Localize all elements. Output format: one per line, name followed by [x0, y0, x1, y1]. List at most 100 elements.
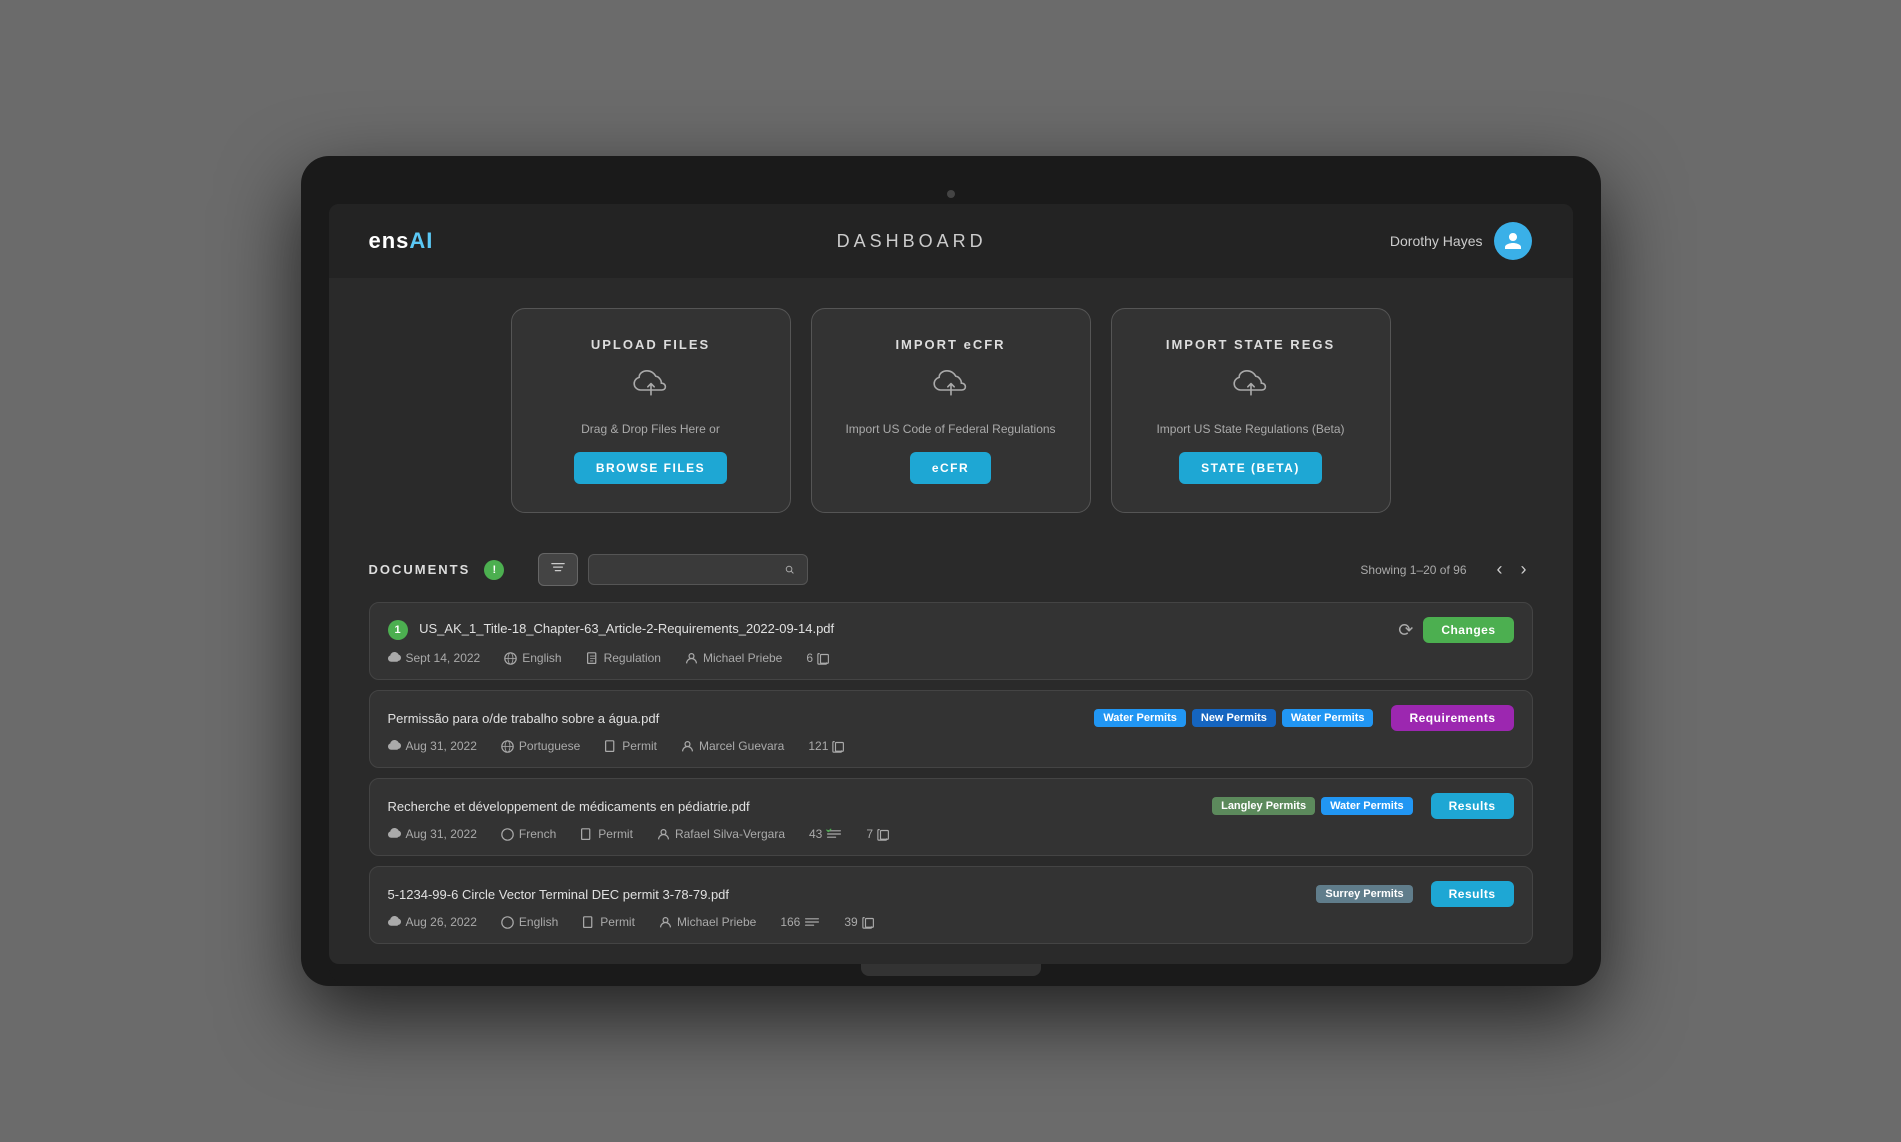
file-icon [604, 740, 617, 753]
doc-count: 7 [866, 827, 891, 841]
tag-new-permits: New Permits [1192, 709, 1276, 727]
doc-type: Regulation [586, 651, 661, 665]
documents-info-badge[interactable]: ! [484, 560, 504, 580]
version-badge: 1 [388, 620, 408, 640]
copy-icon [817, 651, 831, 665]
cards-section: UPLOAD FILES Drag & Drop Files Here or B… [329, 278, 1573, 533]
documents-header: DOCUMENTS ! Showing 1–20 of 96 ‹ [369, 553, 1533, 586]
upload-files-card: UPLOAD FILES Drag & Drop Files Here or B… [511, 308, 791, 513]
file-icon [582, 916, 595, 929]
doc-language: English [501, 915, 558, 929]
check-lines-icon [826, 828, 842, 840]
tag-langley-permits: Langley Permits [1212, 797, 1315, 815]
table-row[interactable]: Permissão para o/de trabalho sobre a águ… [369, 690, 1533, 768]
filter-button[interactable] [538, 553, 578, 586]
globe-icon [501, 740, 514, 753]
table-row[interactable]: 5-1234-99-6 Circle Vector Terminal DEC p… [369, 866, 1533, 944]
requirements-button[interactable]: Requirements [1391, 705, 1513, 731]
ecfr-card-desc: Import US Code of Federal Regulations [845, 420, 1055, 438]
user-name: Dorothy Hayes [1390, 233, 1483, 249]
file-icon [580, 828, 593, 841]
tag-surrey-permits: Surrey Permits [1316, 885, 1412, 903]
globe-icon [504, 652, 517, 665]
person-icon [657, 828, 670, 841]
user-info: Dorothy Hayes [1390, 222, 1533, 260]
tag-water-permits: Water Permits [1321, 797, 1413, 815]
state-cloud-icon [1231, 366, 1271, 406]
results-button[interactable]: Results [1431, 793, 1514, 819]
doc-date: Aug 31, 2022 [388, 827, 477, 841]
copy-icon [862, 915, 876, 929]
documents-section: DOCUMENTS ! Showing 1–20 of 96 ‹ [329, 533, 1573, 964]
doc-language: French [501, 827, 556, 841]
doc-author: Rafael Silva-Vergara [657, 827, 785, 841]
doc-check-count: 166 [780, 915, 820, 929]
logo: ensAI [369, 228, 434, 254]
header: ensAI DASHBOARD Dorothy Hayes [329, 204, 1573, 278]
doc-type: Permit [604, 739, 657, 753]
doc-tags: Langley Permits Water Permits [1212, 797, 1413, 815]
ecfr-card-title: IMPORT eCFR [895, 337, 1005, 352]
table-row[interactable]: Recherche et développement de médicament… [369, 778, 1533, 856]
person-icon [681, 740, 694, 753]
search-input[interactable] [601, 562, 777, 577]
doc-tags: Surrey Permits [1316, 885, 1412, 903]
logo-accent: AI [409, 228, 433, 253]
doc-type: Permit [582, 915, 635, 929]
ecfr-button[interactable]: eCFR [910, 452, 991, 484]
check-lines-icon [804, 916, 820, 928]
state-card-title: IMPORT STATE REGS [1166, 337, 1335, 352]
copy-icon [877, 827, 891, 841]
cloud-icon [388, 828, 401, 841]
documents-title: DOCUMENTS [369, 562, 471, 577]
upload-card-title: UPLOAD FILES [591, 337, 710, 352]
doc-count: 121 [808, 739, 846, 753]
filter-area [538, 553, 1346, 586]
cloud-icon [388, 652, 401, 665]
next-page-button[interactable]: › [1515, 557, 1533, 582]
state-beta-button[interactable]: STATE (BETA) [1179, 452, 1322, 484]
pagination-buttons: ‹ › [1491, 557, 1533, 582]
search-box [588, 554, 808, 585]
pagination-info: Showing 1–20 of 96 [1360, 563, 1466, 577]
document-list: 1 US_AK_1_Title-18_Chapter-63_Article-2-… [369, 602, 1533, 944]
globe-icon [501, 828, 514, 841]
results-button-2[interactable]: Results [1431, 881, 1514, 907]
document-name: Recherche et développement de médicament… [388, 799, 1213, 814]
tag-water-permits-2: Water Permits [1282, 709, 1374, 727]
doc-author: Marcel Guevara [681, 739, 784, 753]
search-icon [785, 563, 795, 577]
doc-type: Permit [580, 827, 633, 841]
tag-water-permits: Water Permits [1094, 709, 1186, 727]
copy-icon [832, 739, 846, 753]
doc-check-count: 43 [809, 827, 842, 841]
document-name: 1 US_AK_1_Title-18_Chapter-63_Article-2-… [388, 620, 1399, 640]
person-icon [685, 652, 698, 665]
avatar[interactable] [1494, 222, 1532, 260]
cloud-icon [388, 740, 401, 753]
doc-language: Portuguese [501, 739, 580, 753]
table-row[interactable]: 1 US_AK_1_Title-18_Chapter-63_Article-2-… [369, 602, 1533, 680]
person-icon [659, 916, 672, 929]
doc-date: Aug 31, 2022 [388, 739, 477, 753]
doc-count: 39 [844, 915, 875, 929]
doc-date: Aug 26, 2022 [388, 915, 477, 929]
page-title: DASHBOARD [837, 231, 987, 252]
upload-card-desc: Drag & Drop Files Here or [581, 420, 720, 438]
doc-count: 6 [806, 651, 831, 665]
browse-files-button[interactable]: BROWSE FILES [574, 452, 727, 484]
file-icon [586, 652, 599, 665]
cloud-icon [388, 916, 401, 929]
doc-author: Michael Priebe [659, 915, 756, 929]
prev-page-button[interactable]: ‹ [1491, 557, 1509, 582]
ecfr-cloud-icon [931, 366, 971, 406]
import-ecfr-card: IMPORT eCFR Import US Code of Federal Re… [811, 308, 1091, 513]
doc-language: English [504, 651, 561, 665]
state-card-desc: Import US State Regulations (Beta) [1156, 420, 1344, 438]
doc-date: Sept 14, 2022 [388, 651, 481, 665]
document-name: Permissão para o/de trabalho sobre a águ… [388, 711, 1095, 726]
upload-cloud-icon [631, 366, 671, 406]
changes-button[interactable]: Changes [1423, 617, 1513, 643]
import-state-card: IMPORT STATE REGS Import US State Regula… [1111, 308, 1391, 513]
doc-author: Michael Priebe [685, 651, 782, 665]
